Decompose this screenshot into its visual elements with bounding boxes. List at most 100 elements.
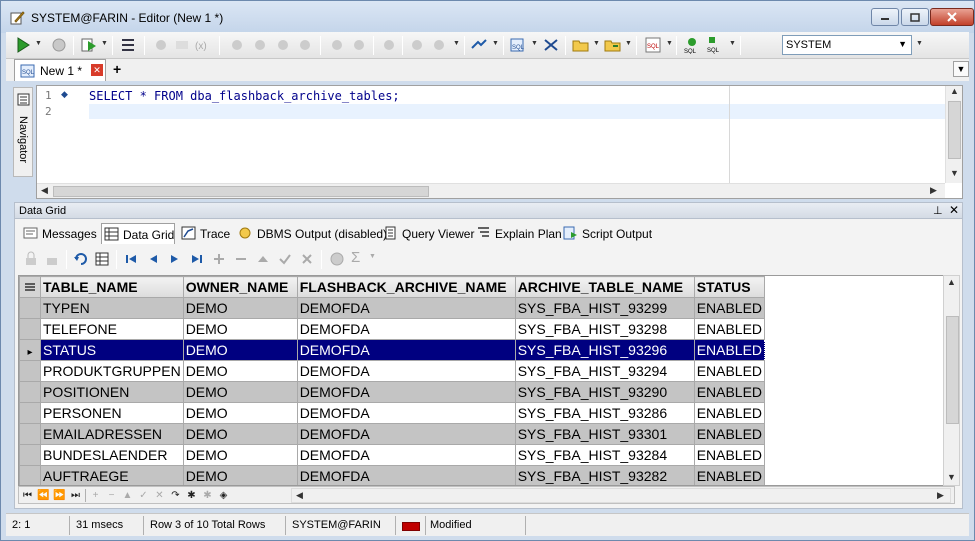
table-cell[interactable]: SYS_FBA_HIST_93296	[514, 339, 695, 361]
row-indicator[interactable]	[19, 423, 41, 445]
table-cell[interactable]: PERSONEN	[40, 402, 184, 424]
next-page-icon[interactable]: ⏩	[52, 488, 67, 503]
table-cell[interactable]: ENABLED	[693, 444, 766, 466]
tab-list-chevron-icon[interactable]: ▼	[953, 61, 969, 77]
tab-new-1[interactable]: SQL New 1 * ✕	[14, 59, 106, 81]
column-header[interactable]: STATUS	[693, 276, 766, 298]
sql-format-icon[interactable]: SQL	[509, 36, 527, 54]
table-cell[interactable]: DEMOFDA	[296, 444, 516, 466]
table-cell[interactable]: DEMO	[182, 465, 298, 485]
tab-trace[interactable]: Trace	[179, 223, 233, 244]
tab-explain-plan[interactable]: Explain Plan	[474, 223, 562, 244]
table-cell[interactable]: SYS_FBA_HIST_93282	[514, 465, 695, 485]
table-cell[interactable]: SYS_FBA_HIST_93290	[514, 381, 695, 403]
profiler-dropdown-icon[interactable]: ▼	[453, 40, 460, 47]
table-cell[interactable]: DEMO	[182, 423, 298, 445]
open-dropdown-icon[interactable]: ▼	[593, 40, 600, 47]
fetch-all-icon[interactable]	[94, 251, 110, 267]
save-dropdown-icon[interactable]: ▼	[625, 40, 632, 47]
editor-vertical-scrollbar[interactable]: ▲ ▼	[945, 86, 962, 183]
scroll-left-icon[interactable]: ◀	[41, 185, 48, 196]
bookmark-icon[interactable]: ✱	[184, 488, 199, 503]
minimize-button[interactable]	[871, 8, 899, 26]
sql-monitor-icon[interactable]: SQL	[683, 36, 701, 54]
table-row[interactable]: POSITIONEN DEMO DEMOFDA SYS_FBA_HIST_93290 E…	[19, 381, 766, 403]
table-cell[interactable]: DEMO	[182, 402, 298, 424]
table-cell[interactable]: SYS_FBA_HIST_93301	[514, 423, 695, 445]
refresh-icon[interactable]	[73, 251, 89, 267]
navigator-panel[interactable]: Navigator	[13, 87, 33, 177]
scroll-down-icon[interactable]: ▼	[950, 168, 959, 178]
script-dropdown-icon[interactable]: ▼	[101, 40, 108, 47]
grid-vertical-scrollbar[interactable]: ▲ ▼	[943, 275, 960, 486]
table-cell[interactable]: DEMOFDA	[296, 381, 516, 403]
table-cell[interactable]: DEMOFDA	[296, 423, 516, 445]
prior-record-icon[interactable]	[145, 251, 161, 267]
table-cell[interactable]: DEMO	[182, 318, 298, 340]
execute-script-icon[interactable]	[80, 36, 98, 54]
column-header[interactable]: OWNER_NAME	[182, 276, 298, 298]
maximize-button[interactable]	[901, 8, 929, 26]
table-cell[interactable]: DEMO	[182, 360, 298, 382]
table-cell[interactable]: SYS_FBA_HIST_93284	[514, 444, 695, 466]
sql-optimizer-icon[interactable]: SQL	[706, 36, 724, 54]
table-cell[interactable]: DEMO	[182, 444, 298, 466]
tab-query-viewer[interactable]: Query Viewer	[381, 223, 474, 244]
scroll-up-icon[interactable]: ▲	[950, 86, 959, 96]
title-bar[interactable]: SYSTEM@FARIN - Editor (New 1 *)	[1, 1, 974, 33]
close-button[interactable]	[930, 8, 974, 26]
table-cell[interactable]: DEMO	[182, 381, 298, 403]
row-indicator[interactable]	[19, 297, 41, 319]
next-record-icon[interactable]	[167, 251, 183, 267]
scroll-up-icon[interactable]: ▲	[947, 277, 956, 287]
scroll-thumb[interactable]	[948, 101, 961, 159]
sql-recall-icon[interactable]: SQL	[644, 36, 662, 54]
table-cell[interactable]: ENABLED	[693, 423, 766, 445]
table-row[interactable]: PRODUKTGRUPPEN DEMO DEMOFDA SYS_FBA_HIST_93…	[19, 360, 766, 382]
recall-dropdown-icon[interactable]: ▼	[666, 40, 673, 47]
table-cell[interactable]: DEMOFDA	[296, 318, 516, 340]
table-row[interactable]: AUFTRAEGE DEMO DEMOFDA SYS_FBA_HIST_93282 EN…	[19, 465, 766, 485]
table-cell[interactable]: ENABLED	[693, 381, 766, 403]
transaction-dropdown-icon[interactable]: ▼	[492, 40, 499, 47]
column-header[interactable]: TABLE_NAME	[40, 276, 184, 298]
table-cell[interactable]: TELEFONE	[40, 318, 184, 340]
scroll-right-icon[interactable]: ▶	[930, 185, 937, 196]
table-cell[interactable]: ENABLED	[693, 402, 766, 424]
table-row[interactable]: EMAILADRESSEN DEMO DEMOFDA SYS_FBA_HIST_933…	[19, 423, 766, 445]
save-icon[interactable]	[604, 36, 622, 54]
table-cell[interactable]: SYS_FBA_HIST_93286	[514, 402, 695, 424]
column-header[interactable]: FLASHBACK_ARCHIVE_NAME	[296, 276, 516, 298]
table-cell[interactable]: DEMOFDA	[296, 339, 516, 361]
table-cell[interactable]: ENABLED	[693, 297, 766, 319]
tab-script-output[interactable]: Script Output	[561, 223, 653, 244]
table-cell[interactable]: DEMO	[182, 297, 298, 319]
format-dropdown-icon[interactable]: ▼	[531, 40, 538, 47]
first-record-icon[interactable]	[123, 251, 139, 267]
table-cell[interactable]: SYS_FBA_HIST_93294	[514, 360, 695, 382]
last-record-icon[interactable]: ⏭	[68, 488, 83, 503]
last-record-icon[interactable]	[189, 251, 205, 267]
table-cell[interactable]: TYPEN	[40, 297, 184, 319]
add-tab-button[interactable]: +	[113, 61, 121, 77]
grid-horizontal-scrollbar[interactable]: ◀ ▶	[291, 488, 951, 503]
scroll-thumb[interactable]	[946, 316, 959, 424]
table-row[interactable]: TELEFONE DEMO DEMOFDA SYS_FBA_HIST_93298 ENA…	[19, 318, 766, 340]
row-indicator[interactable]	[19, 381, 41, 403]
scroll-down-icon[interactable]: ▼	[947, 472, 956, 482]
table-row[interactable]: BUNDESLAENDER DEMO DEMOFDA SYS_FBA_HIST_932…	[19, 444, 766, 466]
table-cell[interactable]: DEMOFDA	[296, 465, 516, 485]
row-indicator[interactable]	[19, 402, 41, 424]
table-cell[interactable]: ENABLED	[693, 360, 766, 382]
connection-menu-icon[interactable]: ▼	[916, 40, 923, 47]
table-cell[interactable]: ENABLED	[693, 339, 766, 361]
tab-dbms-output[interactable]: DBMS Output (disabled)	[236, 223, 387, 244]
tab-messages[interactable]: Messages	[21, 223, 101, 244]
table-cell[interactable]: PRODUKTGRUPPEN	[40, 360, 184, 382]
sql-code-line[interactable]: SELECT * FROM dba_flashback_archive_tabl…	[89, 89, 400, 103]
table-cell[interactable]: SYS_FBA_HIST_93298	[514, 318, 695, 340]
row-indicator[interactable]	[19, 465, 41, 485]
list-icon[interactable]	[119, 36, 137, 54]
results-grid[interactable]: TABLE_NAME OWNER_NAME FLASHBACK_ARCHIVE_…	[18, 275, 955, 486]
pin-icon[interactable]: ⊥	[933, 204, 943, 217]
